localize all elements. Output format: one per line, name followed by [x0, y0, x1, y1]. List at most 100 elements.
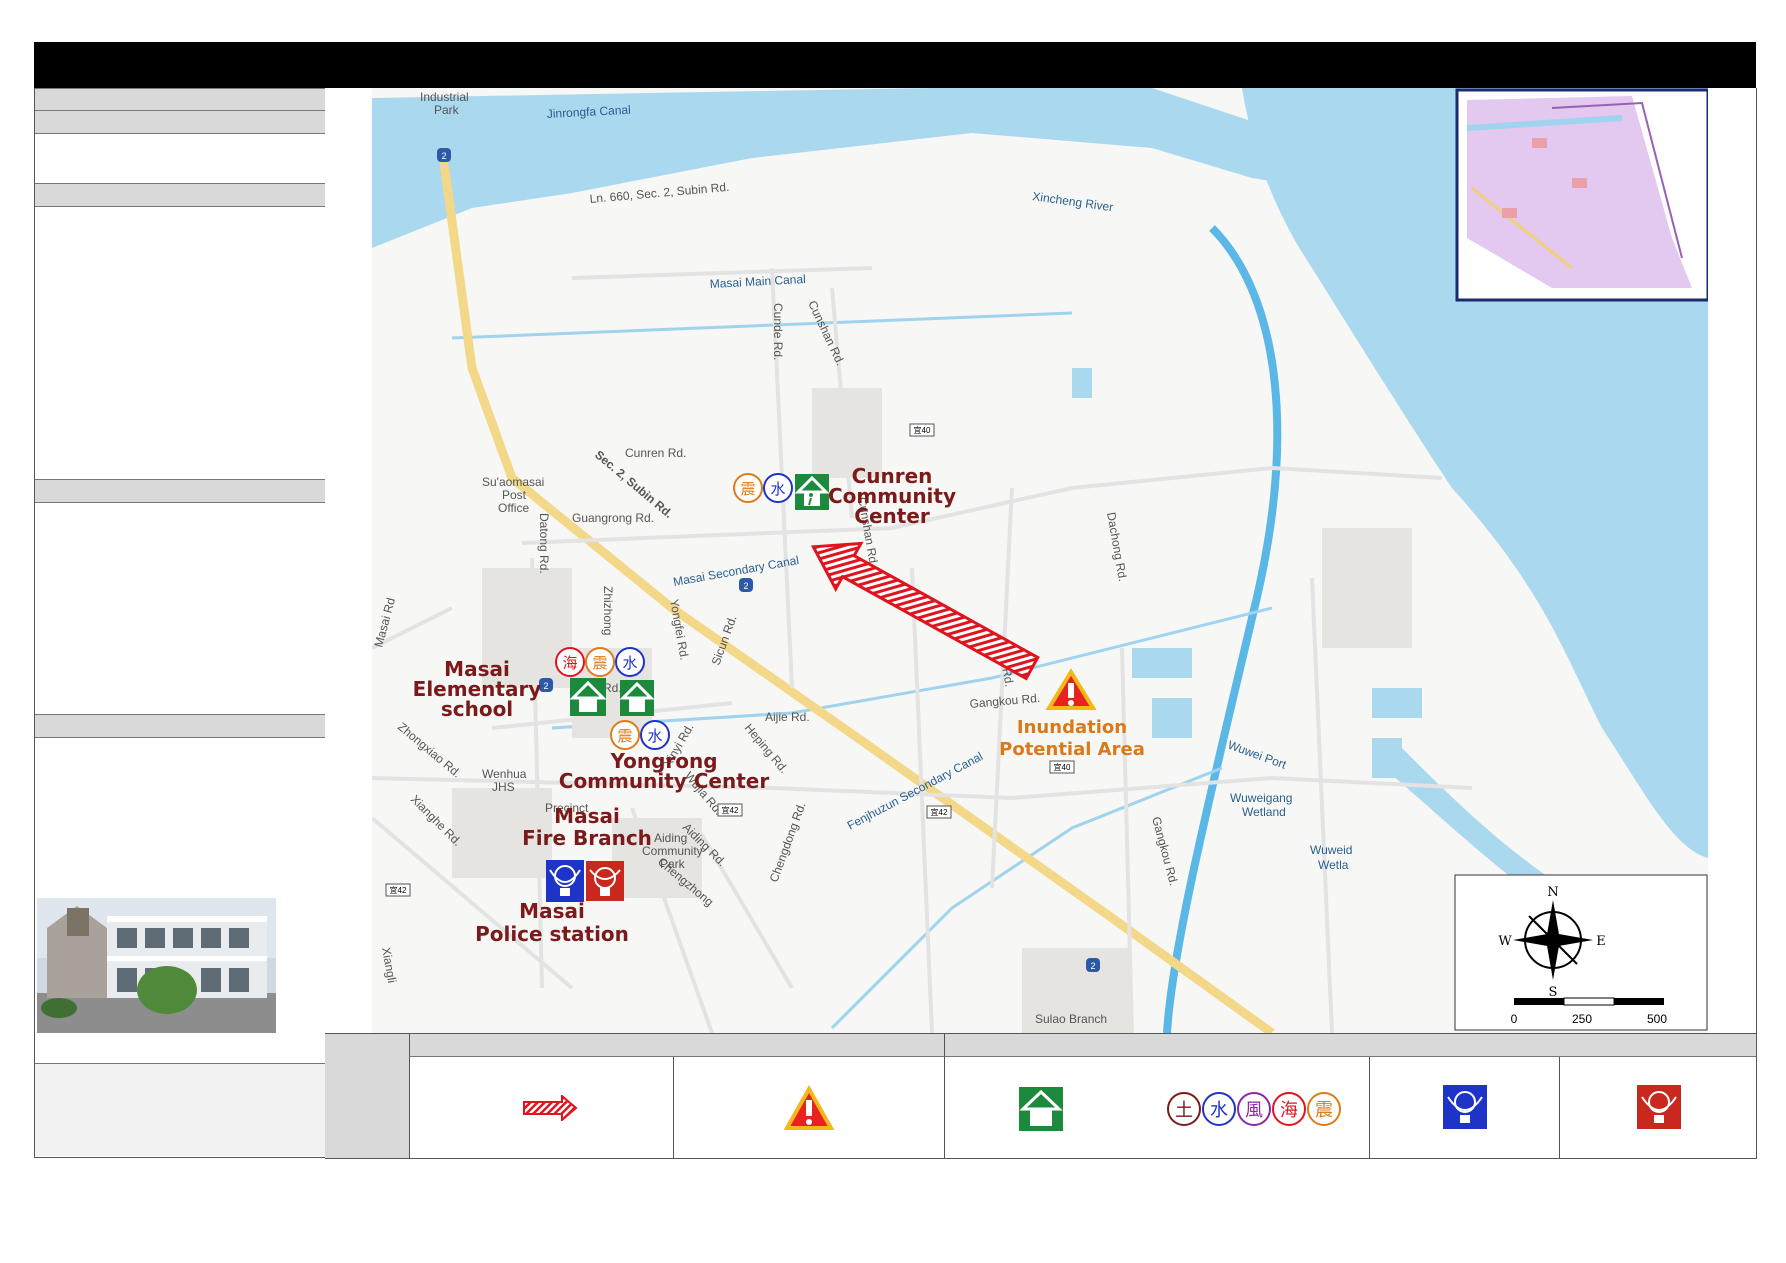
water-label-wetla: Wetla — [1318, 858, 1349, 872]
wind-glyph: 風 — [1245, 1100, 1263, 1120]
map-canvas[interactable]: Sec. 2, Subin Rd. Ln. 660, Sec. 2, Subin… — [372, 88, 1708, 1033]
police-label-line-2: Police station — [475, 922, 629, 946]
svg-text:2: 2 — [1090, 961, 1095, 971]
svg-text:宜40: 宜40 — [1054, 762, 1071, 772]
svg-text:宜40: 宜40 — [914, 425, 931, 435]
svg-text:宜42: 宜42 — [722, 805, 739, 815]
svg-text:宜42: 宜42 — [390, 885, 407, 895]
route-shield-hwy2-north: 2 — [437, 148, 451, 162]
compass-south-label: S — [1549, 985, 1558, 1000]
route-shield-r40: 宜40 — [909, 423, 935, 437]
sidebar-header-4 — [35, 479, 326, 503]
compass-east-label: E — [1596, 934, 1606, 949]
sidebar-body-2 — [35, 206, 326, 479]
shelter-icon — [1019, 1087, 1063, 1131]
hazard-type-icons: 土 水 風 海 震 — [1167, 1092, 1341, 1126]
poi-post-office-line-1: Su'aomasai — [482, 475, 544, 489]
shelter-icon — [569, 678, 607, 716]
legend-cell-police — [1369, 1057, 1559, 1158]
inundation-label-line-2: Potential Area — [999, 739, 1145, 760]
water-glyph: 水 — [1210, 1100, 1228, 1120]
road-label-aijie-2: Aijie Rd. — [765, 710, 810, 724]
poi-industrial-park-line-1: Industrial — [420, 90, 469, 104]
cunren-label-line-3: Center — [854, 504, 930, 528]
info-sidebar — [34, 88, 327, 1158]
route-shield-r40-south: 宜40 — [1049, 760, 1075, 774]
route-shield-hwy2-south: 2 — [1086, 958, 1100, 972]
yongrong-label-line-2: Community Center — [559, 769, 770, 793]
compass-north-label: N — [1547, 885, 1558, 900]
road-label-cunren: Cunren Rd. — [625, 446, 686, 460]
route-shield-hwy2-mid: 2 — [739, 578, 753, 592]
legend-cell-fire — [1559, 1057, 1756, 1158]
poi-sulao-branch: Sulao Branch — [1035, 1012, 1107, 1026]
masai-es-label-line-3: school — [441, 697, 513, 721]
road-label-guangrong: Guangrong Rd. — [572, 511, 654, 525]
title-bar — [34, 42, 1756, 88]
sidebar-body-3 — [35, 502, 326, 714]
inundation-label-line-1: Inundation — [1017, 717, 1127, 738]
scale-label-0: 0 — [1511, 1012, 1518, 1026]
poi-aiding-park-line-1: Aiding — [654, 831, 687, 845]
inset-map — [1455, 88, 1708, 302]
sidebar-header-1 — [35, 88, 326, 112]
sidebar-body-4 — [35, 737, 326, 1063]
sidebar-footer — [35, 1064, 326, 1156]
legend-header-right — [944, 1034, 1756, 1057]
road-label-zhizhong: Zhizhong — [601, 586, 615, 635]
poi-aiding-park-line-3: Park — [660, 857, 686, 871]
sidebar-body-1 — [35, 133, 326, 183]
water-glyph: 水 — [647, 728, 662, 745]
sea-glyph: 海 — [1280, 1100, 1298, 1120]
legend-row-header — [325, 1034, 409, 1158]
fire-badge-icon — [586, 861, 624, 901]
police-badge-icon — [546, 860, 584, 902]
legend-cell-evacuation-route — [409, 1057, 673, 1158]
quake-glyph: 震 — [740, 481, 755, 498]
svg-text:2: 2 — [543, 681, 548, 691]
sea-glyph: 海 — [562, 655, 577, 672]
legend-header-left — [409, 1034, 944, 1057]
water-label-wuweid: Wuweid — [1310, 843, 1352, 857]
compass-west-label: W — [1498, 934, 1512, 949]
svg-text:2: 2 — [743, 581, 748, 591]
svg-text:宜42: 宜42 — [931, 807, 948, 817]
water-glyph: 水 — [622, 655, 637, 672]
fire-badge-icon — [1637, 1085, 1681, 1129]
water-label-wuweigang-2: Wetland — [1242, 805, 1286, 819]
water-label-wuweigang-1: Wuweigang — [1230, 791, 1292, 805]
poi-wenhua-jhs-line-2: JHS — [492, 780, 515, 794]
sidebar-header-5 — [35, 714, 326, 738]
shelter-icon — [794, 474, 830, 510]
quake-glyph: 震 — [617, 728, 632, 745]
legend-cell-shelters: 土 水 風 海 震 — [944, 1057, 1369, 1158]
fire-label-line-1: Masai — [554, 804, 620, 828]
quake-glyph: 震 — [592, 655, 607, 672]
map-frame: Sec. 2, Subin Rd. Ln. 660, Sec. 2, Subin… — [325, 88, 1757, 1033]
shelter-icon — [619, 680, 655, 716]
police-label-line-1: Masai — [519, 899, 585, 923]
road-label-cunde: Cunde Rd. — [771, 303, 785, 360]
route-shield-r42-west: 宜42 — [385, 883, 411, 897]
legend-panel: 土 水 風 海 震 — [325, 1033, 1757, 1159]
water-glyph: 水 — [770, 481, 785, 498]
earth-glyph: 土 — [1175, 1100, 1193, 1120]
poi-post-office-line-2: Post — [502, 488, 527, 502]
poi-post-office-line-3: Office — [498, 501, 529, 515]
sidebar-header-2 — [35, 110, 326, 134]
police-badge-icon — [1443, 1085, 1487, 1129]
compass-rose: N S W E — [1454, 874, 1708, 1031]
poi-industrial-park-line-2: Park — [434, 103, 460, 117]
route-shield-r42-east: 宜42 — [926, 805, 952, 819]
scale-label-250: 250 — [1572, 1012, 1592, 1026]
quake-glyph: 震 — [1315, 1100, 1333, 1120]
svg-text:2: 2 — [441, 151, 446, 161]
warning-icon — [784, 1085, 834, 1130]
road-label-datong: Datong Rd. — [537, 513, 551, 574]
poi-wenhua-jhs-line-1: Wenhua — [482, 767, 527, 781]
fire-label-line-2: Fire Branch — [522, 826, 652, 850]
scale-label-500: 500 — [1647, 1012, 1667, 1026]
building-photo — [37, 898, 276, 1033]
route-shield-r42: 宜42 — [717, 803, 743, 817]
legend-cell-inundation — [673, 1057, 944, 1158]
